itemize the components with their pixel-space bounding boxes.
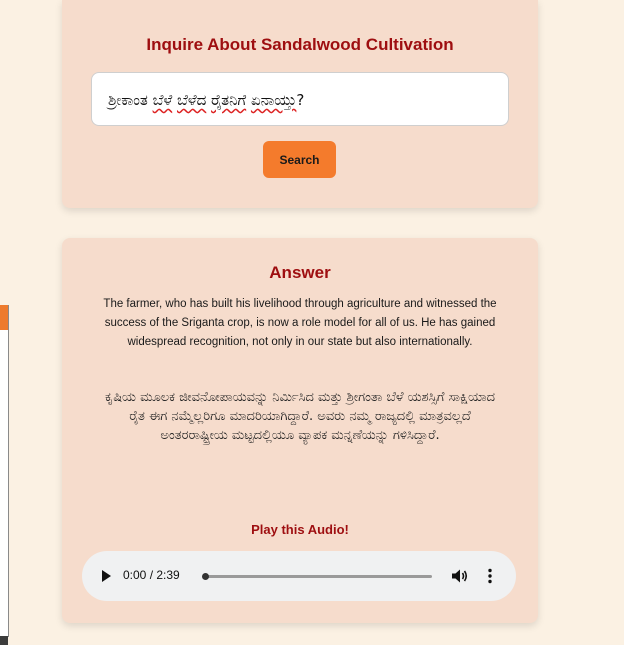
search-input[interactable]: ಶ್ರೀಕಾಂತ ಬೆಳೆ ಬೆಳೆದ ರೈತನಿಗೆ ಏನಾಯ್ತು? — [91, 72, 509, 126]
search-text-1: ಶ್ರೀಕಾಂತ — [108, 91, 153, 109]
audio-progress-bar[interactable] — [202, 573, 432, 580]
audio-player: 0:00 / 2:39 — [82, 551, 516, 601]
search-text-9: ? — [296, 91, 305, 109]
side-panel-header-edge — [0, 305, 8, 330]
inquiry-title: Inquire About Sandalwood Cultivation — [146, 35, 454, 54]
search-text-8: ಏನಾಯ್ತು — [250, 91, 297, 109]
answer-title: Answer — [269, 263, 331, 282]
search-button[interactable]: Search — [263, 141, 336, 178]
search-text-6: ರೈತನಿಗೆ — [211, 91, 247, 109]
inquiry-card: Inquire About Sandalwood Cultivation ಶ್ರ… — [62, 0, 538, 208]
play-icon[interactable] — [102, 570, 111, 582]
answer-kannada-text: ಕೃಷಿಯ ಮೂಲಕ ಜೀವನೋಪಾಯವನ್ನು ನಿರ್ಮಿಸಿದ ಮತ್ತು… — [105, 390, 495, 443]
search-text-2: ಬೆಳೆ — [152, 91, 173, 109]
more-options-icon[interactable] — [487, 568, 493, 584]
play-audio-label: Play this Audio! — [251, 522, 349, 537]
answer-english-text: The farmer, who has built his livelihood… — [103, 298, 497, 348]
audio-progress-handle[interactable] — [202, 573, 209, 580]
search-text-4: ಬೆಳೆದ — [176, 91, 207, 109]
side-panel-edge — [0, 305, 9, 637]
volume-icon[interactable] — [451, 568, 469, 584]
audio-time: 0:00 / 2:39 — [123, 568, 180, 582]
answer-card: Answer The farmer, who has built his liv… — [62, 238, 538, 623]
side-panel-footer-edge — [0, 636, 8, 645]
